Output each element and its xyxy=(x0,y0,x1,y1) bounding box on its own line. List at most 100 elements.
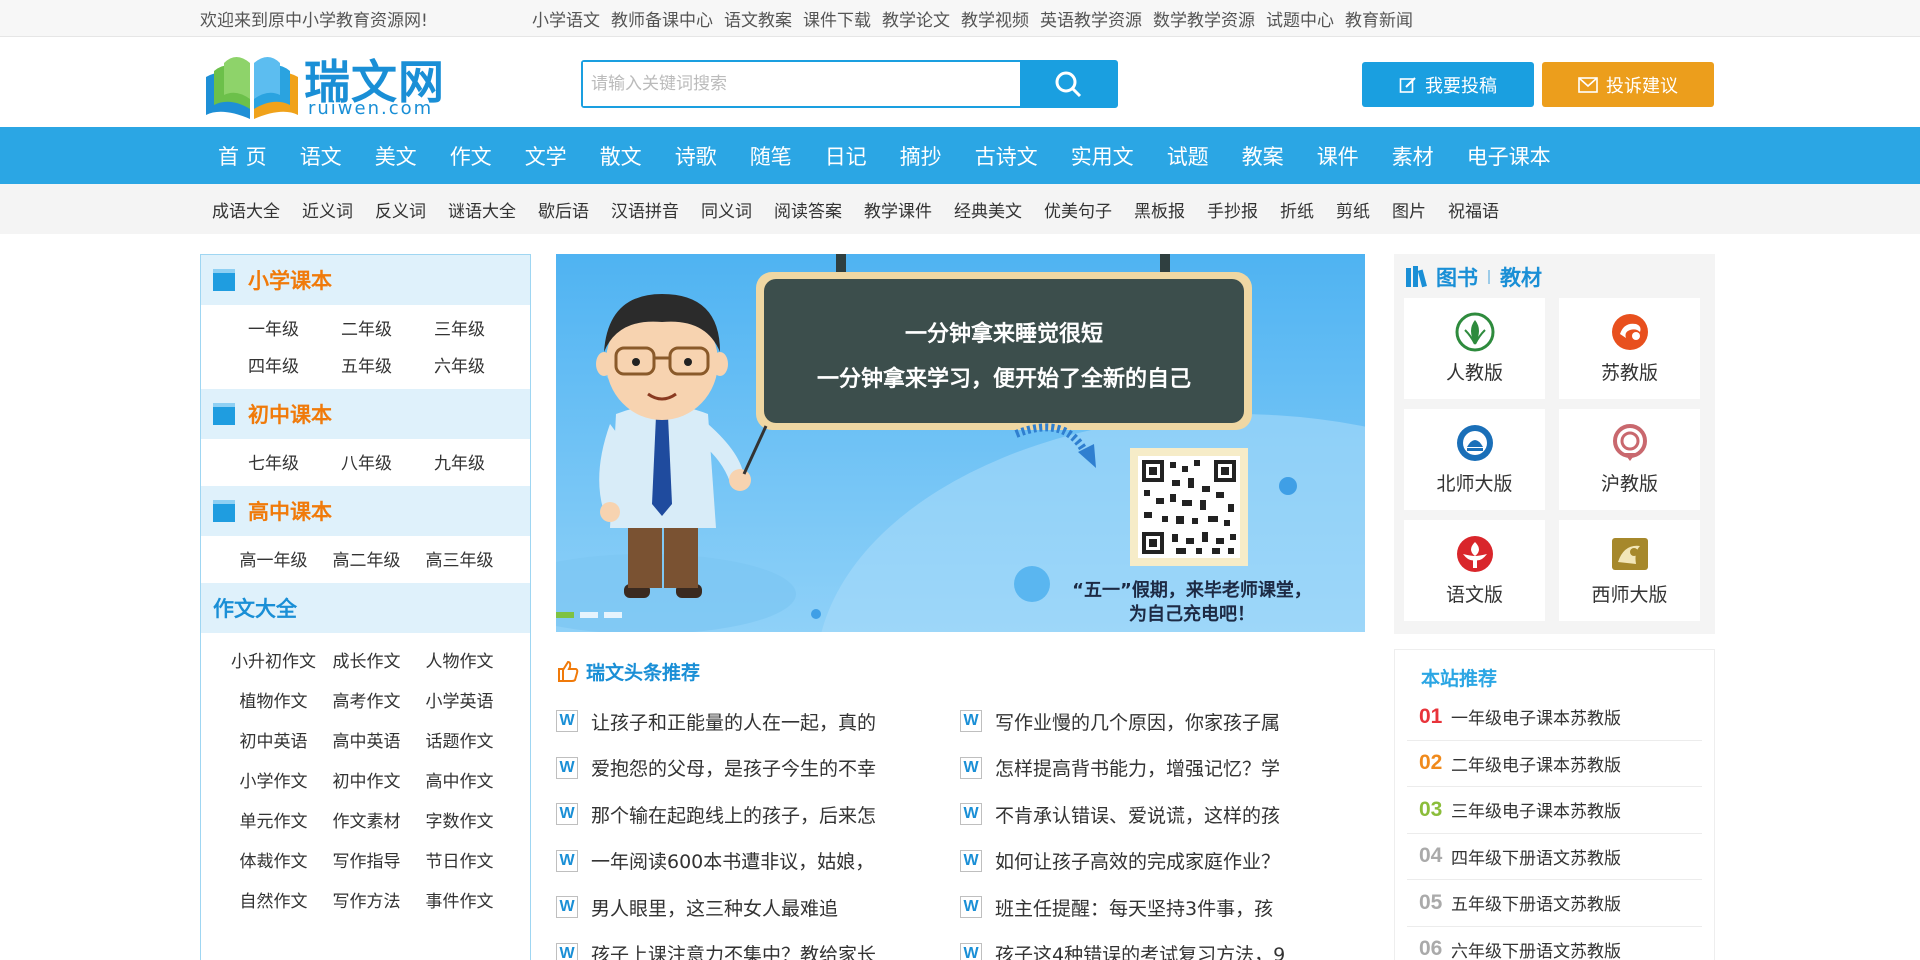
subnav-item[interactable]: 汉语拼音 xyxy=(611,197,679,222)
grade-link[interactable]: 三年级 xyxy=(413,315,506,340)
edition-swu[interactable]: 西师大版 xyxy=(1559,520,1700,621)
subnav-item[interactable]: 同义词 xyxy=(701,197,752,222)
essay-link[interactable]: 写作方法 xyxy=(320,887,413,912)
nav-item[interactable]: 教案 xyxy=(1242,141,1284,171)
essay-link[interactable]: 小学作文 xyxy=(227,767,320,792)
carousel-dot[interactable] xyxy=(580,612,598,618)
complaint-button[interactable]: 投诉建议 xyxy=(1542,62,1714,107)
nav-item[interactable]: 作文 xyxy=(450,141,492,171)
subnav-item[interactable]: 图片 xyxy=(1392,197,1426,222)
search-button[interactable] xyxy=(1020,62,1116,106)
subnav-item[interactable]: 优美句子 xyxy=(1044,197,1112,222)
headline-item[interactable]: W 孩子上课注意力不集中？教给家长 xyxy=(556,931,960,960)
nav-item[interactable]: 试题 xyxy=(1167,141,1209,171)
subnav-item[interactable]: 折纸 xyxy=(1280,197,1314,222)
headline-item[interactable]: W 那个输在起跑线上的孩子，后来怎 xyxy=(556,791,960,838)
recommend-item[interactable]: 03 三年级电子课本苏教版 xyxy=(1407,787,1702,834)
nav-item[interactable]: 日记 xyxy=(825,141,867,171)
grade-link[interactable]: 四年级 xyxy=(227,352,320,377)
recommend-item[interactable]: 04 四年级下册语文苏教版 xyxy=(1407,834,1702,880)
section-primary-header[interactable]: 小学课本 xyxy=(201,255,530,305)
edition-shanghai[interactable]: 沪教版 xyxy=(1559,409,1700,510)
essay-link[interactable]: 初中英语 xyxy=(227,727,320,752)
essay-link[interactable]: 初中作文 xyxy=(320,767,413,792)
grade-link[interactable]: 八年级 xyxy=(320,449,413,474)
subnav-item[interactable]: 经典美文 xyxy=(954,197,1022,222)
edition-people[interactable]: 人教版 xyxy=(1404,298,1545,399)
nav-item[interactable]: 诗歌 xyxy=(675,141,717,171)
essay-link[interactable]: 人物作文 xyxy=(413,647,506,672)
subnav-item[interactable]: 祝福语 xyxy=(1448,197,1499,222)
nav-item-home[interactable]: 首 页 xyxy=(218,141,267,171)
recommend-item[interactable]: 06 六年级下册语文苏教版 xyxy=(1407,927,1702,960)
top-link[interactable]: 语文教案 xyxy=(724,6,792,31)
essay-link[interactable]: 小升初作文 xyxy=(227,647,320,672)
headline-item[interactable]: W 班主任提醒：每天坚持3件事，孩 xyxy=(960,884,1364,931)
headline-item[interactable]: W 让孩子和正能量的人在一起，真的 xyxy=(556,698,960,745)
recommend-item[interactable]: 01 一年级电子课本苏教版 xyxy=(1407,694,1702,741)
headline-item[interactable]: W 男人眼里，这三种女人最难追 xyxy=(556,884,960,931)
headline-item[interactable]: W 孩子这4种错误的考试复习方法，9 xyxy=(960,931,1364,960)
site-logo[interactable]: 瑞文网 ruiwen.com xyxy=(200,47,460,119)
section-junior-header[interactable]: 初中课本 xyxy=(201,389,530,439)
essay-link[interactable]: 事件作文 xyxy=(413,887,506,912)
top-link[interactable]: 英语教学资源 xyxy=(1040,6,1142,31)
subnav-item[interactable]: 剪纸 xyxy=(1336,197,1370,222)
top-link[interactable]: 教育新闻 xyxy=(1345,6,1413,31)
subnav-item[interactable]: 反义词 xyxy=(375,197,426,222)
subnav-item[interactable]: 成语大全 xyxy=(212,197,280,222)
top-link[interactable]: 数学教学资源 xyxy=(1153,6,1255,31)
essay-link[interactable]: 成长作文 xyxy=(320,647,413,672)
grade-link[interactable]: 高二年级 xyxy=(320,546,413,571)
grade-link[interactable]: 高三年级 xyxy=(413,546,506,571)
essay-link[interactable]: 高考作文 xyxy=(320,687,413,712)
essay-link[interactable]: 作文素材 xyxy=(320,807,413,832)
nav-item[interactable]: 文学 xyxy=(525,141,567,171)
search-input[interactable] xyxy=(583,62,1020,106)
essay-link[interactable]: 字数作文 xyxy=(413,807,506,832)
top-link[interactable]: 小学语文 xyxy=(532,6,600,31)
essay-link[interactable]: 植物作文 xyxy=(227,687,320,712)
nav-item[interactable]: 语文 xyxy=(300,141,342,171)
headline-item[interactable]: W 怎样提高背书能力，增强记忆？学 xyxy=(960,745,1364,792)
top-link[interactable]: 试题中心 xyxy=(1266,6,1334,31)
subnav-item[interactable]: 阅读答案 xyxy=(774,197,842,222)
top-link[interactable]: 教学视频 xyxy=(961,6,1029,31)
grade-link[interactable]: 五年级 xyxy=(320,352,413,377)
recommend-item[interactable]: 05 五年级下册语文苏教版 xyxy=(1407,880,1702,927)
nav-item[interactable]: 课件 xyxy=(1317,141,1359,171)
essay-link[interactable]: 单元作文 xyxy=(227,807,320,832)
grade-link[interactable]: 六年级 xyxy=(413,352,506,377)
headline-item[interactable]: W 爱抱怨的父母，是孩子今生的不幸 xyxy=(556,745,960,792)
headline-item[interactable]: W 写作业慢的几个原因，你家孩子属 xyxy=(960,698,1364,745)
essay-link[interactable]: 话题作文 xyxy=(413,727,506,752)
edition-yuwen[interactable]: 语文版 xyxy=(1404,520,1545,621)
top-link[interactable]: 教师备课中心 xyxy=(611,6,713,31)
promo-banner[interactable]: 一分钟拿来睡觉很短 一分钟拿来学习，便开始了全新的自己 “五一”假期，来毕老师课… xyxy=(556,254,1365,632)
grade-link[interactable]: 一年级 xyxy=(227,315,320,340)
section-senior-header[interactable]: 高中课本 xyxy=(201,486,530,536)
subnav-item[interactable]: 谜语大全 xyxy=(448,197,516,222)
nav-item[interactable]: 素材 xyxy=(1392,141,1434,171)
carousel-dot[interactable] xyxy=(556,612,574,618)
edition-bnu[interactable]: 北师大版 xyxy=(1404,409,1545,510)
books-tab[interactable]: 图书 xyxy=(1436,262,1478,292)
essay-link[interactable]: 自然作文 xyxy=(227,887,320,912)
essay-link[interactable]: 节日作文 xyxy=(413,847,506,872)
submit-article-button[interactable]: 我要投稿 xyxy=(1362,62,1534,107)
subnav-item[interactable]: 黑板报 xyxy=(1134,197,1185,222)
textbooks-tab[interactable]: 教材 xyxy=(1500,262,1542,292)
nav-item[interactable]: 随笔 xyxy=(750,141,792,171)
top-link[interactable]: 课件下载 xyxy=(803,6,871,31)
nav-item[interactable]: 古诗文 xyxy=(975,141,1038,171)
subnav-item[interactable]: 教学课件 xyxy=(864,197,932,222)
subnav-item[interactable]: 手抄报 xyxy=(1207,197,1258,222)
nav-item[interactable]: 散文 xyxy=(600,141,642,171)
carousel-dot[interactable] xyxy=(604,612,622,618)
grade-link[interactable]: 七年级 xyxy=(227,449,320,474)
headline-item[interactable]: W 一年阅读600本书遭非议，姑娘， xyxy=(556,838,960,885)
essay-link[interactable]: 高中作文 xyxy=(413,767,506,792)
essay-link[interactable]: 高中英语 xyxy=(320,727,413,752)
nav-item[interactable]: 电子课本 xyxy=(1467,141,1551,171)
grade-link[interactable]: 二年级 xyxy=(320,315,413,340)
